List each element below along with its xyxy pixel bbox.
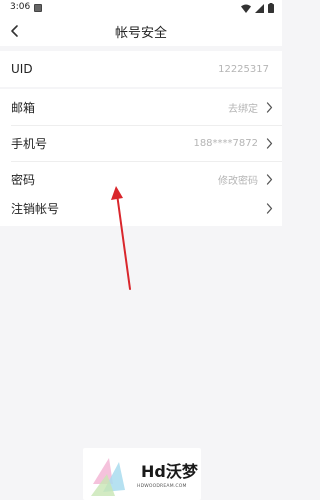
status-bar: 3:06 <box>0 0 282 16</box>
chevron-right-icon <box>266 102 273 113</box>
chevron-right-icon <box>266 174 273 185</box>
uid-section: UID 12225317 <box>0 51 282 87</box>
deactivate-account-row[interactable]: 注销帐号 <box>0 190 282 226</box>
deactivate-account-label: 注销帐号 <box>11 201 60 216</box>
uid-value: 12225317 <box>218 63 269 75</box>
status-time: 3:06 <box>10 2 31 12</box>
chevron-right-icon <box>266 138 273 149</box>
watermark-logo-icon <box>91 458 125 496</box>
watermark: Hd沃梦 HDWOODREAM.COM <box>83 448 201 500</box>
image-notification-icon <box>34 4 42 12</box>
email-label: 邮箱 <box>11 100 36 115</box>
battery-icon <box>268 3 274 13</box>
signal-icon <box>255 3 264 13</box>
chevron-right-icon <box>266 203 273 214</box>
nav-bar: 帐号安全 <box>0 16 282 46</box>
phone-value: 188****7872 <box>193 137 258 149</box>
uid-row: UID 12225317 <box>0 51 282 87</box>
deactivate-section: 注销帐号 <box>0 190 282 226</box>
email-value: 去绑定 <box>228 103 258 115</box>
password-label: 密码 <box>11 172 36 187</box>
watermark-url: HDWOODREAM.COM <box>137 484 187 489</box>
page-title: 帐号安全 <box>114 26 167 41</box>
password-value: 修改密码 <box>218 175 258 187</box>
wifi-icon <box>241 4 251 13</box>
status-icons <box>241 3 274 13</box>
watermark-brand: Hd沃梦 <box>141 462 198 481</box>
bindings-section: 邮箱 去绑定 手机号 188****7872 密码 修改密码 <box>0 89 282 197</box>
phone-row[interactable]: 手机号 188****7872 <box>0 125 282 161</box>
uid-label: UID <box>11 62 33 76</box>
email-row[interactable]: 邮箱 去绑定 <box>0 89 282 125</box>
phone-label: 手机号 <box>11 136 48 151</box>
